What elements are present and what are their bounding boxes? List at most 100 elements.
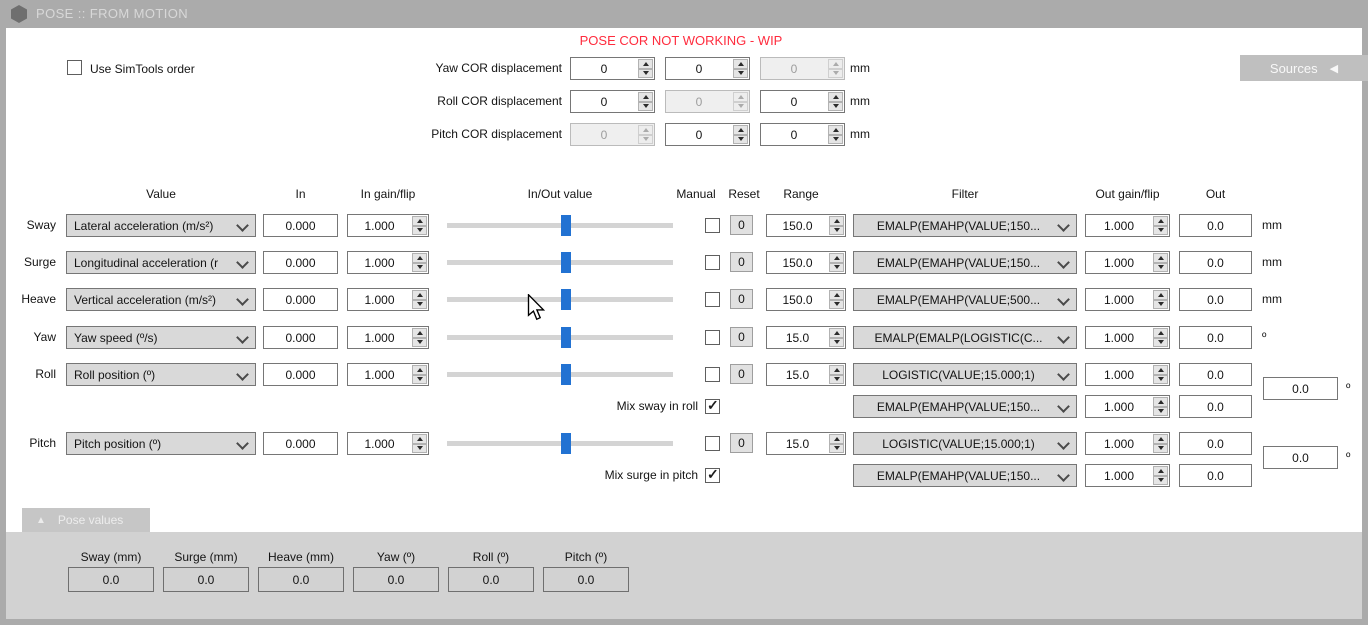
yaw-range-input[interactable]: 15.0 bbox=[766, 326, 846, 349]
spin-up-button[interactable] bbox=[829, 290, 844, 300]
spin-down-button[interactable] bbox=[829, 225, 844, 235]
spin-up-button[interactable] bbox=[829, 253, 844, 263]
slider-track[interactable] bbox=[447, 441, 673, 446]
yaw-out-gain-input[interactable]: 1.000 bbox=[1085, 326, 1170, 349]
sway-manual-checkbox[interactable] bbox=[705, 218, 720, 233]
mix-sway-in-roll-checkbox[interactable] bbox=[705, 397, 720, 414]
roll-filter-select[interactable]: LOGISTIC(VALUE;15.000;1) bbox=[853, 363, 1077, 386]
slider-thumb[interactable] bbox=[561, 364, 571, 385]
spin-up-button[interactable] bbox=[1153, 253, 1168, 263]
roll-cor-z-input[interactable]: 0 bbox=[760, 90, 845, 113]
spin-up-button[interactable] bbox=[1153, 290, 1168, 300]
yaw-manual-checkbox[interactable] bbox=[705, 330, 720, 345]
spin-down-button[interactable] bbox=[638, 101, 653, 111]
sources-button[interactable]: Sources ◀ bbox=[1240, 55, 1368, 81]
spin-up-button[interactable] bbox=[733, 125, 748, 135]
spin-up-button[interactable] bbox=[829, 328, 844, 338]
roll-manual-checkbox[interactable] bbox=[705, 367, 720, 382]
spin-down-button[interactable] bbox=[638, 68, 653, 78]
pitch-filter-select[interactable]: LOGISTIC(VALUE;15.000;1) bbox=[853, 432, 1077, 455]
heave-range-input[interactable]: 150.0 bbox=[766, 288, 846, 311]
spin-down-button[interactable] bbox=[829, 262, 844, 272]
roll-cor-x-input[interactable]: 0 bbox=[570, 90, 655, 113]
spin-up-button[interactable] bbox=[412, 434, 427, 444]
slider-track[interactable] bbox=[447, 223, 673, 228]
yaw-inout-slider[interactable] bbox=[447, 326, 673, 349]
spin-up-button[interactable] bbox=[828, 92, 843, 102]
roll-reset-button[interactable]: 0 bbox=[730, 364, 753, 384]
pitch-cor-z-input[interactable]: 0 bbox=[760, 123, 845, 146]
yaw-reset-button[interactable]: 0 bbox=[730, 327, 753, 347]
spin-up-button[interactable] bbox=[412, 290, 427, 300]
pitch-cor-y-input[interactable]: 0 bbox=[665, 123, 750, 146]
spin-up-button[interactable] bbox=[412, 253, 427, 263]
mix-pitch-out-gain-input[interactable]: 1.000 bbox=[1085, 464, 1170, 487]
spin-down-button[interactable] bbox=[828, 101, 843, 111]
spin-down-button[interactable] bbox=[412, 337, 427, 347]
roll-in-gain-input[interactable]: 1.000 bbox=[347, 363, 429, 386]
spin-down-button[interactable] bbox=[829, 374, 844, 384]
sway-filter-select[interactable]: EMALP(EMAHP(VALUE;150... bbox=[853, 214, 1077, 237]
spin-down-button[interactable] bbox=[829, 299, 844, 309]
yaw-value-select[interactable]: Yaw speed (º/s) bbox=[66, 326, 256, 349]
slider-track[interactable] bbox=[447, 335, 673, 340]
spin-up-button[interactable] bbox=[829, 434, 844, 444]
sway-reset-button[interactable]: 0 bbox=[730, 215, 753, 235]
spin-up-button[interactable] bbox=[829, 365, 844, 375]
heave-in-gain-input[interactable]: 1.000 bbox=[347, 288, 429, 311]
pitch-reset-button[interactable]: 0 bbox=[730, 433, 753, 453]
pose-values-tab[interactable]: ▲ Pose values bbox=[22, 508, 150, 532]
mix-surge-in-pitch-checkbox[interactable] bbox=[705, 466, 720, 483]
sway-value-select[interactable]: Lateral acceleration (m/s²) bbox=[66, 214, 256, 237]
spin-down-button[interactable] bbox=[1153, 337, 1168, 347]
heave-filter-select[interactable]: EMALP(EMAHP(VALUE;500... bbox=[853, 288, 1077, 311]
mix-roll-filter-select[interactable]: EMALP(EMAHP(VALUE;150... bbox=[853, 395, 1077, 418]
heave-out-gain-input[interactable]: 1.000 bbox=[1085, 288, 1170, 311]
spin-up-button[interactable] bbox=[1153, 328, 1168, 338]
slider-thumb[interactable] bbox=[561, 327, 571, 348]
sway-inout-slider[interactable] bbox=[447, 214, 673, 237]
pitch-out-gain-input[interactable]: 1.000 bbox=[1085, 432, 1170, 455]
yaw-cor-y-input[interactable]: 0 bbox=[665, 57, 750, 80]
spin-down-button[interactable] bbox=[412, 225, 427, 235]
spin-down-button[interactable] bbox=[412, 443, 427, 453]
spin-up-button[interactable] bbox=[1153, 365, 1168, 375]
surge-reset-button[interactable]: 0 bbox=[730, 252, 753, 272]
slider-thumb[interactable] bbox=[561, 433, 571, 454]
spin-up-button[interactable] bbox=[829, 216, 844, 226]
slider-track[interactable] bbox=[447, 372, 673, 377]
surge-in-gain-input[interactable]: 1.000 bbox=[347, 251, 429, 274]
spin-up-button[interactable] bbox=[412, 365, 427, 375]
spin-up-button[interactable] bbox=[1153, 216, 1168, 226]
surge-out-gain-input[interactable]: 1.000 bbox=[1085, 251, 1170, 274]
roll-inout-slider[interactable] bbox=[447, 363, 673, 386]
spin-down-button[interactable] bbox=[412, 299, 427, 309]
spin-down-button[interactable] bbox=[1153, 475, 1168, 485]
spin-down-button[interactable] bbox=[1153, 299, 1168, 309]
yaw-filter-select[interactable]: EMALP(EMALP(LOGISTIC(C... bbox=[853, 326, 1077, 349]
spin-up-button[interactable] bbox=[1153, 434, 1168, 444]
spin-down-button[interactable] bbox=[733, 68, 748, 78]
pitch-manual-checkbox[interactable] bbox=[705, 436, 720, 451]
spin-up-button[interactable] bbox=[733, 59, 748, 69]
spin-down-button[interactable] bbox=[1153, 262, 1168, 272]
slider-track[interactable] bbox=[447, 260, 673, 265]
spin-up-button[interactable] bbox=[412, 216, 427, 226]
spin-up-button[interactable] bbox=[1153, 397, 1168, 407]
sway-in-gain-input[interactable]: 1.000 bbox=[347, 214, 429, 237]
slider-thumb[interactable] bbox=[561, 289, 571, 310]
spin-down-button[interactable] bbox=[828, 134, 843, 144]
use-simtools-checkbox[interactable] bbox=[67, 60, 82, 75]
spin-down-button[interactable] bbox=[829, 337, 844, 347]
yaw-cor-x-input[interactable]: 0 bbox=[570, 57, 655, 80]
surge-inout-slider[interactable] bbox=[447, 251, 673, 274]
slider-thumb[interactable] bbox=[561, 252, 571, 273]
spin-down-button[interactable] bbox=[412, 262, 427, 272]
spin-down-button[interactable] bbox=[1153, 374, 1168, 384]
spin-up-button[interactable] bbox=[828, 125, 843, 135]
title-bar[interactable]: POSE :: FROM MOTION bbox=[0, 0, 1368, 28]
mix-roll-out-gain-input[interactable]: 1.000 bbox=[1085, 395, 1170, 418]
roll-out-gain-input[interactable]: 1.000 bbox=[1085, 363, 1170, 386]
heave-value-select[interactable]: Vertical acceleration (m/s²) bbox=[66, 288, 256, 311]
surge-range-input[interactable]: 150.0 bbox=[766, 251, 846, 274]
